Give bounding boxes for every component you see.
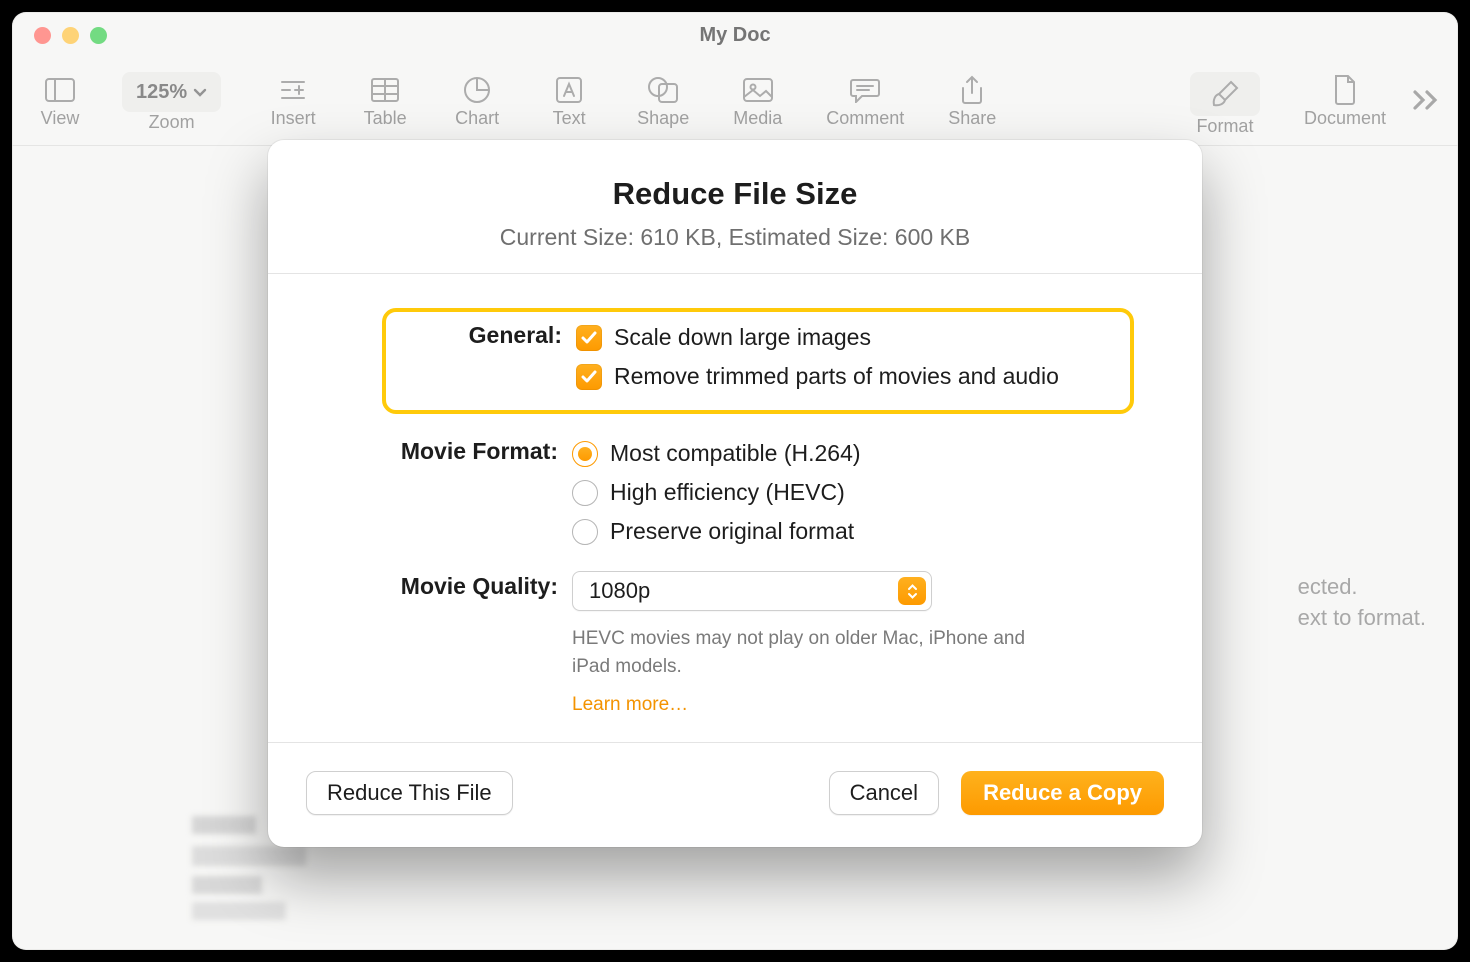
toolbar-zoom-label: Zoom xyxy=(149,112,195,133)
toolbar-shape-label: Shape xyxy=(637,108,689,129)
toolbar-zoom[interactable]: 125% Zoom xyxy=(96,72,247,133)
dialog-body: General: Scale down large images Remove … xyxy=(268,274,1202,742)
comment-icon xyxy=(841,72,889,108)
table-icon xyxy=(361,72,409,108)
reduce-a-copy-button[interactable]: Reduce a Copy xyxy=(961,771,1164,815)
radio-label: Most compatible (H.264) xyxy=(610,440,861,467)
text-icon xyxy=(545,72,593,108)
radio-most-compatible[interactable]: Most compatible (H.264) xyxy=(572,436,1142,475)
insert-icon xyxy=(269,72,317,108)
select-stepper-icon xyxy=(898,577,926,605)
toolbar-comment[interactable]: Comment xyxy=(804,72,926,129)
toolbar-format[interactable]: Format xyxy=(1168,72,1282,137)
movie-quality-select[interactable]: 1080p xyxy=(572,571,932,611)
reduce-file-size-dialog: Reduce File Size Current Size: 610 KB, E… xyxy=(268,140,1202,847)
chart-icon xyxy=(453,72,501,108)
toolbar-table-label: Table xyxy=(364,108,407,129)
checkbox-checked-icon xyxy=(576,364,602,390)
radio-label: Preserve original format xyxy=(610,518,854,545)
general-highlight: General: Scale down large images Remove … xyxy=(382,308,1134,414)
dialog-footer: Reduce This File Cancel Reduce a Copy xyxy=(268,742,1202,847)
inspector-hint: ected. ext to format. xyxy=(1298,572,1426,634)
checkbox-scale-down-images[interactable]: Scale down large images xyxy=(576,320,1110,359)
toolbar: View 125% Zoom Insert Table Chart xyxy=(12,58,1458,146)
toolbar-text-label: Text xyxy=(553,108,586,129)
toolbar-overflow-button[interactable] xyxy=(1406,80,1446,120)
document-icon xyxy=(1321,72,1369,108)
media-icon xyxy=(734,72,782,108)
toolbar-comment-label: Comment xyxy=(826,108,904,129)
learn-more-link[interactable]: Learn more… xyxy=(572,684,688,716)
toolbar-share[interactable]: Share xyxy=(926,72,1018,129)
shape-icon xyxy=(639,72,687,108)
toolbar-insert-label: Insert xyxy=(271,108,316,129)
checkbox-remove-trimmed[interactable]: Remove trimmed parts of movies and audio xyxy=(576,359,1110,398)
toolbar-insert[interactable]: Insert xyxy=(247,72,339,129)
toolbar-chart[interactable]: Chart xyxy=(431,72,523,129)
toolbar-table[interactable]: Table xyxy=(339,72,431,129)
toolbar-view[interactable]: View xyxy=(36,72,96,129)
chevron-down-icon xyxy=(193,87,207,97)
toolbar-format-label: Format xyxy=(1196,116,1253,137)
checkbox-label: Remove trimmed parts of movies and audio xyxy=(614,363,1059,390)
general-label: General: xyxy=(386,320,562,349)
radio-unchecked-icon xyxy=(572,519,598,545)
toolbar-text[interactable]: Text xyxy=(523,72,615,129)
toolbar-media-label: Media xyxy=(733,108,782,129)
radio-label: High efficiency (HEVC) xyxy=(610,479,845,506)
titlebar: My Doc xyxy=(12,12,1458,58)
cancel-button[interactable]: Cancel xyxy=(829,771,939,815)
dialog-title: Reduce File Size xyxy=(268,140,1202,212)
movie-quality-label: Movie Quality: xyxy=(328,571,558,600)
movie-format-label: Movie Format: xyxy=(328,436,558,465)
radio-high-efficiency[interactable]: High efficiency (HEVC) xyxy=(572,475,1142,514)
dialog-subtitle: Current Size: 610 KB, Estimated Size: 60… xyxy=(268,212,1202,273)
radio-unchecked-icon xyxy=(572,480,598,506)
sidebar-icon xyxy=(36,72,84,108)
toolbar-shape[interactable]: Shape xyxy=(615,72,711,129)
reduce-this-file-button[interactable]: Reduce This File xyxy=(306,771,513,815)
checkbox-checked-icon xyxy=(576,325,602,351)
toolbar-media[interactable]: Media xyxy=(711,72,804,129)
zoom-value: 125% xyxy=(136,81,187,104)
share-icon xyxy=(948,72,996,108)
toolbar-share-label: Share xyxy=(948,108,996,129)
toolbar-document-label: Document xyxy=(1304,108,1386,129)
toolbar-chart-label: Chart xyxy=(455,108,499,129)
format-pill xyxy=(1190,72,1260,116)
toolbar-view-label: View xyxy=(41,108,80,129)
paintbrush-icon xyxy=(1211,80,1239,108)
select-value: 1080p xyxy=(589,578,650,604)
radio-preserve-format[interactable]: Preserve original format xyxy=(572,514,1142,553)
window-title: My Doc xyxy=(12,24,1458,47)
quality-helper-text: HEVC movies may not play on older Mac, i… xyxy=(572,611,1052,684)
checkbox-label: Scale down large images xyxy=(614,324,871,351)
radio-checked-icon xyxy=(572,441,598,467)
